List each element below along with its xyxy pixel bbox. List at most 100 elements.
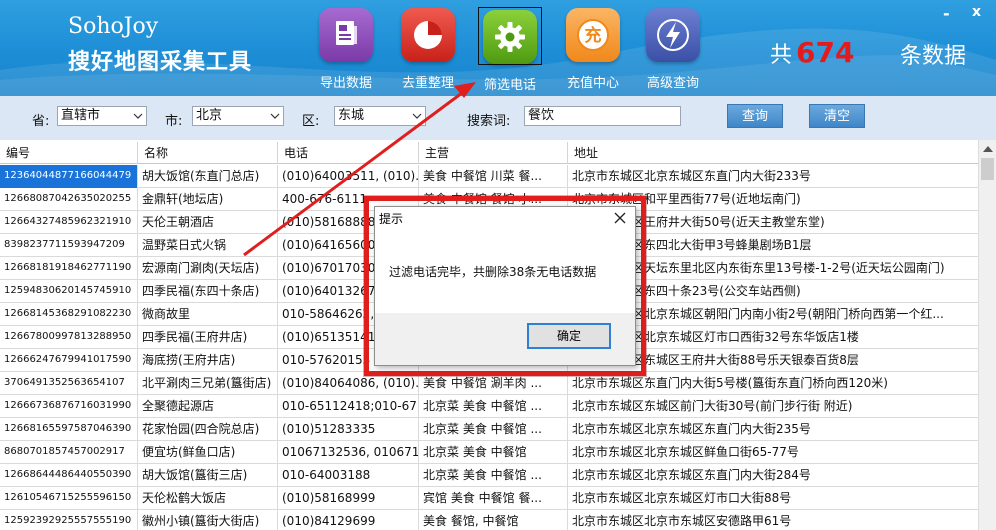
cell-name: 天伦王朝酒店 (138, 211, 278, 234)
cell-id: 12666247679941017590 (0, 349, 138, 372)
header-phone[interactable]: 电话 (278, 142, 419, 164)
keyword-label: 搜索词: (467, 114, 511, 129)
cell-id: 12668181918462771190 (0, 257, 138, 280)
dedup-label: 去重整理 (401, 76, 454, 91)
table-header: 编号 名称 电话 主营 地址 (0, 142, 978, 164)
table-row[interactable]: 8680701857457002917 便宜坊(鲜鱼口店) 01067132536,… (0, 441, 978, 464)
dedup-button[interactable]: 去重整理 (396, 8, 460, 91)
pie-chart-icon (401, 8, 455, 62)
cell-id: 3706491352563654107 (0, 372, 138, 395)
cell-address: 北京市东城区东城区前门大街30号(前门步行街 附近) (572, 399, 853, 413)
recharge-button[interactable]: 充 充值中心 (561, 8, 625, 91)
cell-address: 北京市东城区北京东城区东直门内大街233号 (572, 169, 811, 183)
cell-name: 天伦松鹤大饭店 (138, 487, 278, 510)
district-value: 东城 (338, 108, 365, 123)
keyword-input[interactable]: 餐饮 (524, 106, 681, 126)
province-value: 直辖市 (61, 108, 101, 123)
cell-address: 北京市东城区北京东城区灯市口大街88号 (572, 491, 792, 505)
header-business[interactable]: 主营 (419, 142, 568, 164)
cell-name: 徽州小镇(簋街大街店) (138, 510, 278, 530)
chevron-down-icon (270, 113, 280, 119)
cell-id: 12592392925557555190 (0, 510, 138, 530)
clear-button[interactable]: 清空 (809, 104, 865, 128)
export-data-button[interactable]: 导出数据 (314, 8, 378, 91)
cell-phone: 01067132536, 0106713... (278, 441, 419, 464)
query-button[interactable]: 查询 (727, 104, 783, 128)
cell-business: 美食 餐馆, 中餐馆 (419, 510, 568, 530)
district-label: 区: (302, 114, 320, 129)
city-select[interactable]: 北京 (192, 106, 284, 126)
cell-name: 胡大饭馆(东直门总店) (138, 165, 278, 188)
scroll-up-arrow-icon[interactable] (983, 146, 993, 152)
cell-name: 便宜坊(鲜鱼口店) (138, 441, 278, 464)
advanced-query-button[interactable]: 高级查询 (641, 8, 705, 91)
minimize-button[interactable]: - (943, 4, 950, 23)
cell-id: 8398237711593947209 (0, 234, 138, 257)
cell-phone: (010)51283335 (278, 418, 419, 441)
cell-name: 胡大饭馆(簋街三店) (138, 464, 278, 487)
table-row[interactable]: 12364044877166044479 胡大饭馆(东直门总店) (010)6400… (0, 165, 978, 188)
gear-icon (483, 10, 537, 64)
cell-business: 美食 中餐馆 川菜 餐... (419, 165, 568, 188)
cell-address: 北京市东城区北京东城区东直门内大街235号 (572, 422, 811, 436)
header-id[interactable]: 编号 (0, 142, 138, 164)
cell-phone: (010)84129699 (278, 510, 419, 530)
cell-name: 海底捞(王府井店) (138, 349, 278, 372)
close-icon[interactable] (613, 211, 627, 225)
cell-id: 12668644486440550390 (0, 464, 138, 487)
cell-id: 12668145368291082230 (0, 303, 138, 326)
filter-bar: 省: 直辖市 市: 北京 区: 东城 搜索词: 餐饮 查询 清空 (0, 96, 996, 140)
district-select[interactable]: 东城 (334, 106, 426, 126)
cell-name: 花家怡园(四合院总店) (138, 418, 278, 441)
cell-name: 微商故里 (138, 303, 278, 326)
brand-english: SohoJoy (68, 14, 159, 39)
advanced-query-label: 高级查询 (646, 76, 699, 91)
vertical-scrollbar[interactable] (978, 140, 996, 530)
table-row[interactable]: 12666736876716031990 全聚德起源店 010-65112418;0… (0, 395, 978, 418)
cell-business: 北京菜 美食 中餐馆 ... (419, 464, 568, 487)
table-row[interactable]: 12668165597587046390 花家怡园(四合院总店) (010)5128… (0, 418, 978, 441)
total-prefix: 共 (770, 43, 793, 68)
cell-address: 北京市东城区北京市东城区安德路甲61号 (572, 514, 792, 528)
table-row[interactable]: 12610546715255596150 天伦松鹤大饭店 (010)58168999… (0, 487, 978, 510)
cell-id: 12668165597587046390 (0, 418, 138, 441)
cell-business: 北京菜 美食 中餐馆 (419, 441, 568, 464)
cell-phone: 010-65112418;010-67... (278, 395, 419, 418)
scroll-thumb[interactable] (981, 158, 994, 180)
cell-name: 全聚德起源店 (138, 395, 278, 418)
header-name[interactable]: 名称 (138, 142, 278, 164)
cell-address: 北京市东城区北京东城区东直门内大街284号 (572, 468, 811, 482)
cell-name: 北平涮肉三兄弟(簋街店) (138, 372, 278, 395)
cell-id: 12664327485962321910 (0, 211, 138, 234)
province-label: 省: (32, 114, 50, 129)
dialog-title: 提示 (375, 207, 635, 231)
filter-phone-button[interactable]: 筛选电话 (478, 7, 542, 93)
cell-phone: (010)64003511, (010)... (278, 165, 419, 188)
cell-business: 宾馆 美食 中餐馆 餐... (419, 487, 568, 510)
filter-phone-label: 筛选电话 (483, 78, 536, 93)
city-value: 北京 (196, 108, 223, 123)
cell-id: 12666736876716031990 (0, 395, 138, 418)
cell-id: 12667800997813288950 (0, 326, 138, 349)
recharge-coin-icon: 充 (566, 8, 620, 62)
province-select[interactable]: 直辖市 (57, 106, 147, 126)
cell-address: 北京市东城区北京东城区鲜鱼口街65-77号 (572, 445, 799, 459)
close-button[interactable]: x (972, 4, 981, 20)
total-count-display: 共 674 (770, 36, 858, 69)
cell-name: 四季民福(王府井店) (138, 326, 278, 349)
cell-name: 温野菜日式火锅 (138, 234, 278, 257)
cell-phone: 010-64003188 (278, 464, 419, 487)
table-row[interactable]: 12592392925557555190 徽州小镇(簋街大街店) (010)8412… (0, 510, 978, 530)
cell-id: 12594830620145745910 (0, 280, 138, 303)
dialog-body: 过滤电话完毕，共删除38条无电话数据 (375, 231, 635, 313)
export-data-label: 导出数据 (319, 76, 372, 91)
header-address[interactable]: 地址 (568, 142, 978, 164)
header-banner: SohoJoy 搜好地图采集工具 导出数据 去重整理 筛选电话 充 充值中心 高… (0, 0, 996, 96)
cell-name: 宏源南门涮肉(天坛店) (138, 257, 278, 280)
cell-id: 12364044877166044479 (0, 165, 138, 188)
brand-chinese: 搜好地图采集工具 (68, 49, 253, 75)
table-row[interactable]: 12668644486440550390 胡大饭馆(簋街三店) 010-640031… (0, 464, 978, 487)
svg-text:充: 充 (585, 25, 602, 46)
cell-id: 12610546715255596150 (0, 487, 138, 510)
dialog-ok-button[interactable]: 确定 (527, 323, 611, 349)
